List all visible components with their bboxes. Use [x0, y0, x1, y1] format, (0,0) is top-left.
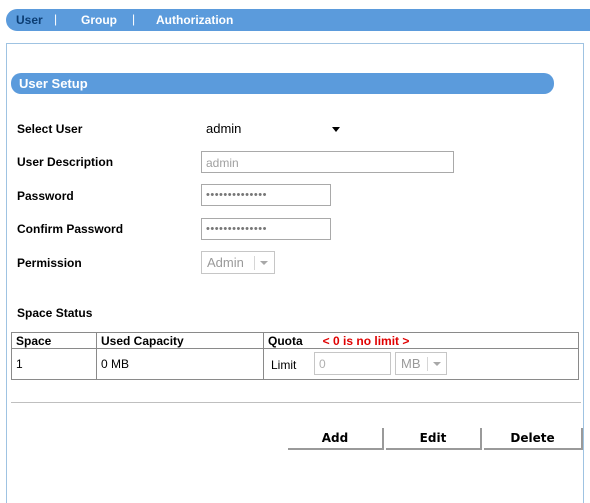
unit-dropdown[interactable]: MB	[395, 352, 447, 375]
user-description-field[interactable]: admin	[201, 151, 454, 173]
tab-separator: |	[132, 12, 136, 26]
tab-separator: |	[54, 12, 58, 26]
cell-quota: Limit 0 MB	[263, 348, 579, 380]
limit-label: Limit	[271, 358, 297, 372]
user-description-label: User Description	[17, 155, 114, 169]
edit-button[interactable]: Edit	[386, 428, 482, 450]
limit-input[interactable]: 0	[314, 352, 391, 375]
section-title: User Setup	[19, 76, 88, 91]
cell-used-capacity: 0 MB	[96, 348, 264, 380]
header-used-capacity: Used Capacity	[96, 332, 264, 349]
header-space: Space	[11, 332, 97, 349]
password-value: ••••••••••••••	[206, 189, 267, 201]
delete-button[interactable]: Delete	[484, 428, 583, 450]
tab-group[interactable]: Group	[81, 13, 117, 27]
quota-note: < 0 is no limit >	[322, 333, 410, 348]
divider	[11, 402, 581, 403]
add-button[interactable]: Add	[288, 428, 384, 450]
password-label: Password	[17, 189, 74, 203]
select-user-label: Select User	[17, 122, 83, 136]
header-quota: Quota < 0 is no limit >	[263, 332, 579, 349]
tab-user[interactable]: User	[16, 13, 43, 27]
permission-label: Permission	[17, 256, 82, 270]
table-row: 1 0 MB Limit 0 MB	[11, 348, 579, 380]
confirm-password-field[interactable]: ••••••••••••••	[201, 218, 331, 240]
user-description-value: admin	[206, 156, 239, 170]
quota-label: Quota	[268, 333, 303, 348]
limit-placeholder: 0	[319, 357, 326, 371]
select-user-dropdown[interactable]: admin	[201, 119, 348, 139]
dropdown-divider	[427, 357, 428, 371]
confirm-password-label: Confirm Password	[17, 222, 124, 236]
table-header-row: Space Used Capacity Quota < 0 is no limit…	[11, 332, 579, 349]
select-user-value: admin	[206, 121, 242, 136]
section-header: User Setup	[11, 73, 554, 94]
confirm-password-value: ••••••••••••••	[206, 223, 267, 235]
top-tab-bar: User | Group | Authorization	[6, 9, 590, 31]
chevron-down-icon	[433, 362, 441, 366]
cell-space: 1	[11, 348, 97, 380]
chevron-down-icon	[260, 261, 268, 265]
tab-authorization[interactable]: Authorization	[156, 13, 233, 27]
space-status-title: Space Status	[17, 306, 93, 320]
password-field[interactable]: ••••••••••••••	[201, 184, 331, 206]
unit-value: MB	[401, 356, 421, 371]
chevron-down-icon	[332, 127, 340, 132]
dropdown-divider	[254, 256, 255, 270]
permission-dropdown[interactable]: Admin	[201, 251, 275, 274]
permission-value: Admin	[207, 255, 244, 270]
space-status-table: Space Used Capacity Quota < 0 is no limit…	[11, 332, 579, 380]
